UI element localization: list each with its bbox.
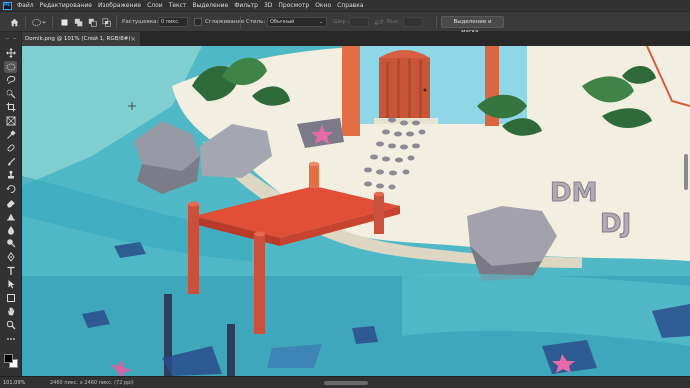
height-label: Выс.:	[387, 19, 402, 25]
dodge-tool-icon[interactable]	[4, 237, 17, 249]
menu-3d[interactable]: 3D	[261, 0, 275, 11]
marquee-preset-icon[interactable]	[31, 17, 47, 28]
close-icon[interactable]: ×	[130, 32, 136, 46]
gradient-tool-icon[interactable]	[4, 210, 17, 222]
eyedropper-tool-icon[interactable]	[4, 129, 17, 141]
feather-label: Растушевка:	[122, 19, 159, 25]
document-tab-bar: Domik.png @ 101% (Слой 1, RGB/8#) ×	[22, 32, 690, 46]
canvas-image: DM DJ	[22, 46, 690, 376]
more-tools-icon[interactable]	[4, 333, 17, 345]
intersect-selection-icon[interactable]	[102, 18, 111, 27]
menu-view[interactable]: Просмотр	[275, 0, 312, 11]
antialias-checkbox[interactable]	[194, 18, 202, 26]
type-tool-icon[interactable]	[4, 265, 17, 277]
chevron-down-icon: ⌄	[318, 19, 323, 25]
style-select[interactable]: Обычный ⌄	[267, 17, 327, 27]
style-select-value: Обычный	[270, 19, 295, 25]
zoom-tool-icon[interactable]	[4, 319, 17, 331]
document-tab-title: Domik.png @ 101% (Слой 1, RGB/8#)	[25, 36, 131, 42]
height-input[interactable]	[403, 17, 423, 27]
crop-tool-icon[interactable]	[4, 101, 17, 113]
healing-brush-tool-icon[interactable]	[4, 142, 17, 154]
clone-stamp-tool-icon[interactable]	[4, 169, 17, 181]
antialias-label: Сглаживание	[205, 19, 245, 25]
pen-tool-icon[interactable]	[4, 251, 17, 263]
menu-select[interactable]: Выделение	[189, 0, 231, 11]
menu-type[interactable]: Текст	[166, 0, 190, 11]
menu-help[interactable]: Справка	[334, 0, 366, 11]
menu-filter[interactable]: Фильтр	[231, 0, 261, 11]
tools-panel	[0, 32, 22, 376]
lasso-tool-icon[interactable]	[4, 74, 17, 86]
blur-tool-icon[interactable]	[4, 224, 17, 236]
style-label: Стиль:	[246, 19, 266, 25]
select-and-mask-button[interactable]: Выделение и маска...	[441, 16, 504, 35]
scene-letters-dm: DM	[550, 178, 597, 208]
menu-image[interactable]: Изображение	[95, 0, 144, 11]
menu-bar: Ps Файл Редактирование Изображение Слои …	[0, 0, 690, 11]
feather-input[interactable]: 0 пикс.	[158, 17, 188, 27]
add-selection-icon[interactable]	[74, 18, 83, 27]
menu-file[interactable]: Файл	[14, 0, 37, 11]
move-tool-icon[interactable]	[4, 47, 17, 59]
subtract-selection-icon[interactable]	[88, 18, 97, 27]
menu-window[interactable]: Окно	[312, 0, 334, 11]
scene-letters-dj: DJ	[600, 209, 631, 239]
panel-collapse-handle[interactable]	[3, 35, 19, 39]
eraser-tool-icon[interactable]	[4, 197, 17, 209]
shape-tool-icon[interactable]	[4, 292, 17, 304]
width-input[interactable]	[349, 17, 369, 27]
swap-icon[interactable]	[374, 19, 384, 26]
brush-tool-icon[interactable]	[4, 156, 17, 168]
hand-tool-icon[interactable]	[4, 305, 17, 317]
home-icon[interactable]	[9, 17, 20, 28]
foreground-color-swatch[interactable]	[4, 354, 13, 363]
width-label: Шир.:	[333, 19, 350, 25]
frame-tool-icon[interactable]	[4, 115, 17, 127]
quick-select-tool-icon[interactable]	[4, 88, 17, 100]
horizontal-scrollbar[interactable]	[324, 381, 368, 385]
vertical-scrollbar[interactable]	[684, 154, 688, 190]
status-bar: 101,09% 2460 пикс. x 2460 пикс. (72 ppi)	[0, 376, 690, 388]
zoom-level[interactable]: 101,09%	[3, 379, 25, 387]
options-bar: Растушевка: 0 пикс. Сглаживание Стиль: О…	[0, 11, 690, 35]
document-canvas[interactable]: DM DJ	[22, 46, 690, 376]
menu-edit[interactable]: Редактирование	[37, 0, 95, 11]
document-info[interactable]: 2460 пикс. x 2460 пикс. (72 ppi)	[50, 379, 134, 387]
menu-layers[interactable]: Слои	[144, 0, 166, 11]
history-brush-tool-icon[interactable]	[4, 183, 17, 195]
photoshop-logo-icon: Ps	[2, 1, 12, 10]
document-tab[interactable]: Domik.png @ 101% (Слой 1, RGB/8#) ×	[22, 32, 140, 46]
marquee-tool-icon[interactable]	[4, 60, 17, 73]
new-selection-icon[interactable]	[60, 18, 69, 27]
path-select-tool-icon[interactable]	[4, 278, 17, 290]
